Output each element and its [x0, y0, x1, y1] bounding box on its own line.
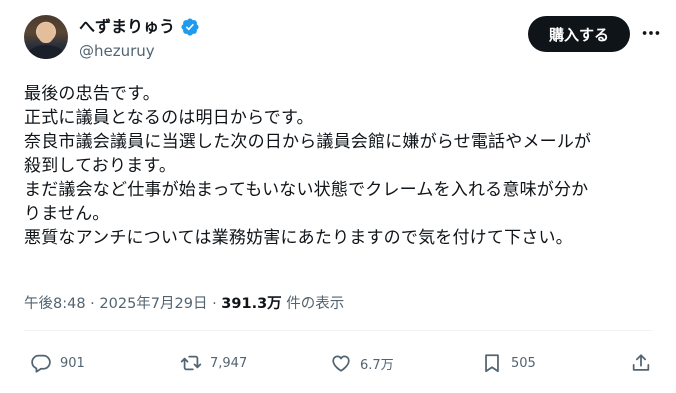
action-bar: 901 7,947 6.7万 505 — [0, 352, 676, 374]
subscribe-button[interactable]: 購入する — [528, 16, 630, 52]
reply-button[interactable]: 901 — [30, 352, 85, 374]
tweet-text-line: りません。 — [24, 204, 110, 224]
author-handle[interactable]: @hezuruy — [79, 41, 155, 61]
tweet-text-line: 悪質なアンチについては業務妨害にあたりますので気を付けて下さい。 — [24, 228, 573, 248]
reply-icon — [31, 354, 51, 373]
retweet-icon — [180, 355, 202, 371]
like-count: 6.7万 — [360, 357, 394, 373]
tweet-text-line: 奈良市議会議員に当選した次の日から議員会館に嫌がらせ電話やメールが — [24, 132, 592, 152]
tweet-text-line: まだ議会など仕事が始まってもいない状態でクレームを入れる意味が分か — [24, 180, 589, 200]
divider — [24, 330, 652, 331]
bookmark-button[interactable]: 505 — [481, 352, 536, 374]
tweet-text-line: 最後の忠告です。 — [24, 84, 160, 104]
like-icon — [332, 355, 350, 372]
tweet-meta: 午後8:48 · 2025年7月29日 · 391.3万 件の表示 — [24, 294, 344, 314]
bookmark-count: 505 — [511, 355, 536, 371]
tweet-text: 最後の忠告です。 正式に議員となるのは明日からです。 奈良市議会議員に当選した次… — [24, 82, 664, 250]
views-count: 391.3万 — [221, 296, 282, 312]
author-display-name[interactable]: へずまりゅう — [79, 17, 175, 37]
views-label: 件の表示 — [281, 296, 345, 312]
share-button[interactable] — [630, 352, 652, 374]
avatar-shirt — [28, 45, 64, 59]
tweet-text-line: 正式に議員となるのは明日からです。 — [24, 108, 314, 128]
verified-badge-icon — [181, 18, 199, 36]
like-button[interactable]: 6.7万 — [330, 352, 394, 374]
avatar[interactable] — [24, 15, 68, 59]
author-name-row: へずまりゅう — [79, 17, 200, 37]
bookmark-icon — [485, 354, 499, 373]
retweet-count: 7,947 — [210, 355, 248, 371]
avatar-face — [38, 23, 54, 43]
retweet-button[interactable]: 7,947 — [180, 352, 247, 374]
more-icon[interactable] — [640, 22, 662, 44]
tweet-text-line: 殺到しております。 — [24, 156, 177, 176]
share-icon — [632, 354, 650, 371]
tweet-timestamp[interactable]: 午後8:48 · 2025年7月29日 · — [24, 296, 221, 312]
reply-count: 901 — [60, 355, 85, 371]
